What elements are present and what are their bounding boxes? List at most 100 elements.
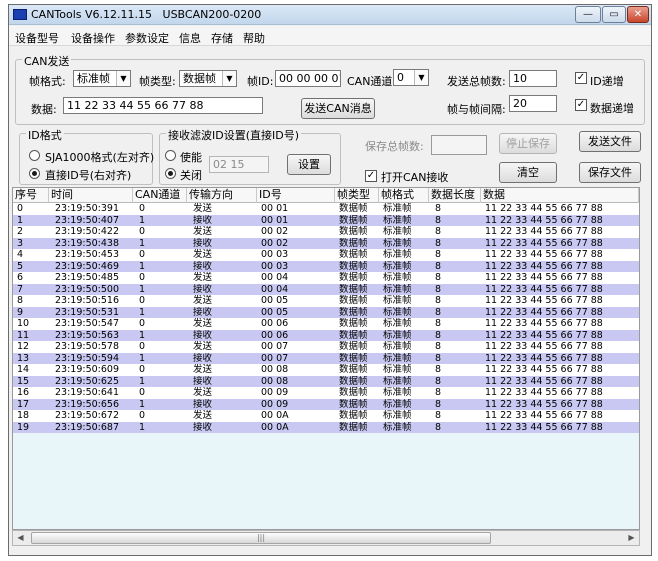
table-row[interactable]: 10 23:19:50:547 0 发送 00 06 数据帧 标准帧 8 11 22 33 44… (13, 318, 639, 330)
menu-help[interactable]: 帮助 (243, 30, 265, 46)
chevron-down-icon: ▼ (414, 70, 428, 85)
column-header-index[interactable]: 序号 (13, 188, 49, 203)
cell-data-length: 8 (435, 214, 442, 226)
cell-data: 11 22 33 44 55 66 77 88 (485, 260, 603, 272)
frame-id-input[interactable]: 00 00 00 01 (275, 70, 341, 87)
cell-time: 23:19:50:469 (55, 260, 119, 272)
cell-data-length: 8 (435, 421, 442, 433)
cell-index: 1 (17, 214, 24, 226)
menu-device-model[interactable]: 设备型号 (15, 30, 59, 46)
table-row[interactable]: 11 23:19:50:563 1 接收 00 06 数据帧 标准帧 8 11 22 33 44… (13, 329, 639, 341)
table-row[interactable]: 1 23:19:50:407 1 接收 00 01 数据帧 标准帧 8 11 22 33 44 … (13, 214, 639, 226)
cell-channel: 1 (139, 283, 146, 295)
save-file-button[interactable]: 保存文件 (579, 162, 641, 183)
table-row[interactable]: 2 23:19:50:422 0 发送 00 02 数据帧 标准帧 8 11 22 33 44 … (13, 226, 639, 238)
scroll-left-icon[interactable]: ◀ (13, 531, 28, 545)
cell-data: 11 22 33 44 55 66 77 88 (485, 226, 603, 237)
cell-direction: 发送 (193, 341, 213, 352)
cell-data: 11 22 33 44 55 66 77 88 (485, 203, 603, 214)
table-row[interactable]: 0 23:19:50:391 0 发送 00 01 数据帧 标准帧 8 11 22 33 44 … (13, 203, 639, 215)
total-frames-input[interactable]: 10 (509, 70, 557, 87)
column-header-direction[interactable]: 传输方向 (187, 188, 257, 203)
cell-index: 2 (17, 226, 24, 237)
cell-data: 11 22 33 44 55 66 77 88 (485, 318, 603, 329)
column-header-id[interactable]: ID号 (257, 188, 335, 203)
menu-storage[interactable]: 存储 (211, 30, 233, 46)
table-row[interactable]: 6 23:19:50:485 0 发送 00 04 数据帧 标准帧 8 11 22 33 44 … (13, 272, 639, 284)
filter-set-button[interactable]: 设置 (287, 154, 331, 175)
table-row[interactable]: 7 23:19:50:500 1 接收 00 04 数据帧 标准帧 8 11 22 33 44 … (13, 283, 639, 295)
cell-data-length: 8 (435, 237, 442, 249)
data-label: 数据: (31, 103, 57, 116)
table-row[interactable]: 19 23:19:50:687 1 接收 00 0A 数据帧 标准帧 8 11 22 33 44… (13, 421, 639, 433)
cell-direction: 接收 (193, 214, 213, 226)
close-button[interactable]: ✕ (627, 6, 649, 23)
stop-save-button[interactable]: 停止保存 (499, 133, 557, 154)
column-header-time[interactable]: 时间 (49, 188, 133, 203)
cell-data: 11 22 33 44 55 66 77 88 (485, 272, 603, 283)
table-row[interactable]: 8 23:19:50:516 0 发送 00 05 数据帧 标准帧 8 11 22 33 44 … (13, 295, 639, 307)
horizontal-scrollbar[interactable]: ◀ ||| ▶ (12, 530, 640, 546)
cell-data-length: 8 (435, 318, 442, 329)
minimize-button[interactable]: — (575, 6, 601, 23)
menu-parameter-settings[interactable]: 参数设定 (125, 30, 169, 46)
cell-direction: 发送 (193, 203, 213, 214)
sja1000-format-radio[interactable] (29, 150, 40, 161)
scroll-right-icon[interactable]: ▶ (624, 531, 639, 545)
table-row[interactable]: 18 23:19:50:672 0 发送 00 0A 数据帧 标准帧 8 11 22 33 44… (13, 410, 639, 422)
table-row[interactable]: 4 23:19:50:453 0 发送 00 03 数据帧 标准帧 8 11 22 33 44 … (13, 249, 639, 261)
frame-type-select[interactable]: 数据帧 ▼ (179, 70, 237, 87)
cell-channel: 0 (139, 341, 146, 352)
cell-frame-format: 标准帧 (383, 398, 412, 410)
open-can-receive-checkbox[interactable]: ✓ (365, 170, 377, 182)
frame-interval-input[interactable]: 20 (509, 95, 557, 112)
table-row[interactable]: 3 23:19:50:438 1 接收 00 02 数据帧 标准帧 8 11 22 33 44 … (13, 237, 639, 249)
menu-info[interactable]: 信息 (179, 30, 201, 46)
cell-frame-type: 数据帧 (339, 318, 368, 329)
table-row[interactable]: 14 23:19:50:609 0 发送 00 08 数据帧 标准帧 8 11 22 33 44… (13, 364, 639, 376)
maximize-button[interactable]: ▭ (602, 6, 626, 23)
column-header-data[interactable]: 数据 (481, 188, 639, 203)
column-header-frame-format[interactable]: 帧格式 (379, 188, 429, 203)
table-row[interactable]: 16 23:19:50:641 0 发送 00 09 数据帧 标准帧 8 11 22 33 44… (13, 387, 639, 399)
column-header-channel[interactable]: CAN通道 (133, 188, 187, 203)
frame-interval-label: 帧与帧间隔: (447, 103, 506, 116)
table-row[interactable]: 12 23:19:50:578 0 发送 00 07 数据帧 标准帧 8 11 22 33 44… (13, 341, 639, 353)
cell-frame-format: 标准帧 (383, 226, 412, 237)
scrollbar-thumb[interactable]: ||| (31, 532, 491, 544)
cell-data: 11 22 33 44 55 66 77 88 (485, 329, 603, 341)
send-can-message-button[interactable]: 发送CAN消息 (301, 98, 375, 119)
send-file-button[interactable]: 发送文件 (579, 131, 641, 152)
filter-enable-radio[interactable] (165, 150, 176, 161)
cell-frame-type: 数据帧 (339, 398, 368, 410)
cell-channel: 1 (139, 306, 146, 318)
table-row[interactable]: 17 23:19:50:656 1 接收 00 09 数据帧 标准帧 8 11 22 33 44… (13, 398, 639, 410)
table-body: 0 23:19:50:391 0 发送 00 01 数据帧 标准帧 8 11 22 33 44 … (13, 203, 639, 433)
cell-frame-format: 标准帧 (383, 283, 412, 295)
column-header-data-length[interactable]: 数据长度 (429, 188, 481, 203)
table-row[interactable]: 13 23:19:50:594 1 接收 00 07 数据帧 标准帧 8 11 22 33 44… (13, 352, 639, 364)
cell-data: 11 22 33 44 55 66 77 88 (485, 387, 603, 398)
table-row[interactable]: 15 23:19:50:625 1 接收 00 08 数据帧 标准帧 8 11 22 33 44… (13, 375, 639, 387)
data-increment-checkbox[interactable]: ✓ (575, 99, 587, 111)
cell-data: 11 22 33 44 55 66 77 88 (485, 364, 603, 375)
id-increment-checkbox[interactable]: ✓ (575, 72, 587, 84)
frame-format-select[interactable]: 标准帧 ▼ (73, 70, 131, 87)
app-icon (13, 9, 27, 20)
filter-id-input[interactable]: 02 15 (209, 156, 269, 173)
clear-button[interactable]: 清空 (499, 162, 557, 183)
can-channel-select[interactable]: 0 ▼ (393, 69, 429, 86)
title-bar[interactable]: CANTools V6.12.11.15 USBCAN200-0200 — ▭ … (9, 5, 651, 25)
cell-frame-type: 数据帧 (339, 226, 368, 237)
filter-close-radio[interactable] (165, 168, 176, 179)
sja1000-format-label: SJA1000格式(左对齐) (45, 151, 155, 164)
table-row[interactable]: 5 23:19:50:469 1 接收 00 03 数据帧 标准帧 8 11 22 33 44 … (13, 260, 639, 272)
menu-device-operation[interactable]: 设备操作 (71, 30, 115, 46)
cell-direction: 接收 (193, 375, 213, 387)
cell-channel: 0 (139, 203, 146, 214)
column-header-frame-type[interactable]: 帧类型 (335, 188, 379, 203)
cell-data: 11 22 33 44 55 66 77 88 (485, 283, 603, 295)
table-row[interactable]: 9 23:19:50:531 1 接收 00 05 数据帧 标准帧 8 11 22 33 44 … (13, 306, 639, 318)
direct-id-radio[interactable] (29, 168, 40, 179)
data-input[interactable]: 11 22 33 44 55 66 77 88 (63, 97, 263, 114)
